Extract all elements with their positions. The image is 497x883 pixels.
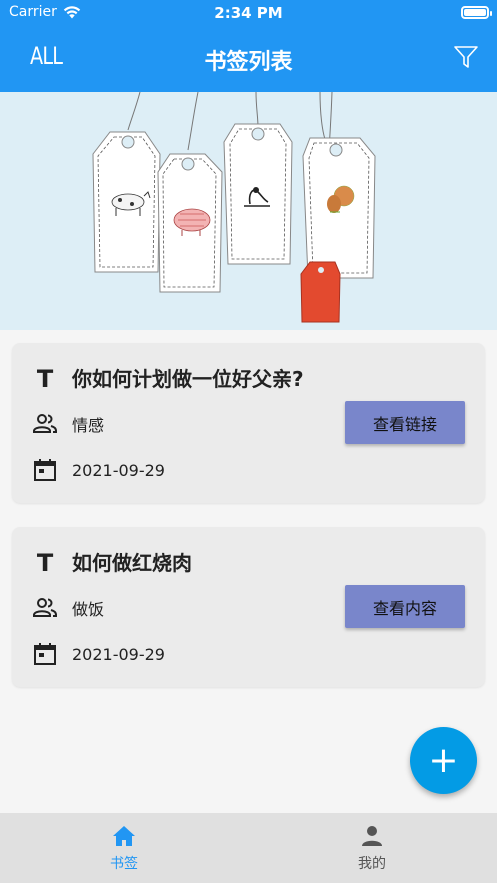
plus-icon: + — [428, 740, 459, 781]
tag-pig — [157, 153, 223, 293]
tag-cat — [223, 123, 293, 265]
filter-icon[interactable] — [453, 44, 479, 70]
date-row: 2021-09-29 — [32, 457, 165, 483]
category-label: 情感 — [72, 416, 105, 435]
view-link-button[interactable]: 查看链接 — [345, 401, 465, 444]
tag-dog — [92, 131, 161, 273]
hero-banner — [0, 92, 497, 330]
bookmark-card[interactable]: T 你如何计划做一位好父亲? 情感 2021-09-29 查看链接 — [12, 343, 485, 503]
text-type-icon: T — [36, 365, 54, 393]
app-bar: Carrier 2:34 PM ALL 书签列表 — [0, 0, 497, 92]
date-label: 2021-09-29 — [72, 644, 165, 664]
bottom-nav: 书签 我的 — [0, 813, 497, 883]
calendar-icon — [34, 459, 56, 481]
date-row: 2021-09-29 — [32, 641, 165, 667]
home-icon — [113, 826, 135, 846]
toolbar: ALL 书签列表 — [0, 36, 497, 80]
bookmark-title: 如何做红烧肉 — [72, 551, 192, 575]
people-icon — [33, 414, 57, 433]
bookmark-card[interactable]: T 如何做红烧肉 做饭 2021-09-29 查看内容 — [12, 527, 485, 687]
battery-icon — [461, 6, 492, 19]
calendar-icon — [34, 643, 56, 665]
add-bookmark-button[interactable]: + — [410, 727, 477, 794]
date-label: 2021-09-29 — [72, 460, 165, 480]
tag-red — [300, 261, 341, 323]
nav-item-bookmarks[interactable]: 书签 — [64, 823, 184, 873]
people-icon — [33, 598, 57, 617]
status-bar: Carrier 2:34 PM — [0, 0, 497, 26]
category-row: 做饭 — [32, 595, 104, 621]
nav-label: 书签 — [110, 856, 138, 872]
nav-item-mine[interactable]: 我的 — [312, 823, 432, 873]
view-content-button[interactable]: 查看内容 — [345, 585, 465, 628]
page-title: 书签列表 — [204, 50, 293, 75]
nav-label: 我的 — [358, 856, 386, 872]
category-row: 情感 — [32, 411, 104, 437]
bookmark-title: 你如何计划做一位好父亲? — [72, 367, 304, 391]
tag-squirrel — [302, 137, 376, 279]
person-icon — [362, 826, 382, 846]
text-type-icon: T — [36, 549, 54, 577]
category-label: 做饭 — [72, 600, 105, 619]
status-time: 2:34 PM — [214, 4, 283, 22]
hanging-tags-illustration — [92, 92, 376, 323]
